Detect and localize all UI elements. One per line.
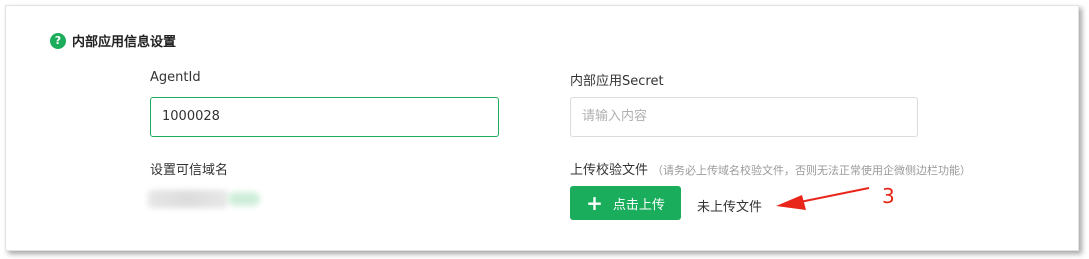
annotation-number: 3 [882, 184, 895, 208]
annotation-arrow-icon [776, 187, 870, 210]
